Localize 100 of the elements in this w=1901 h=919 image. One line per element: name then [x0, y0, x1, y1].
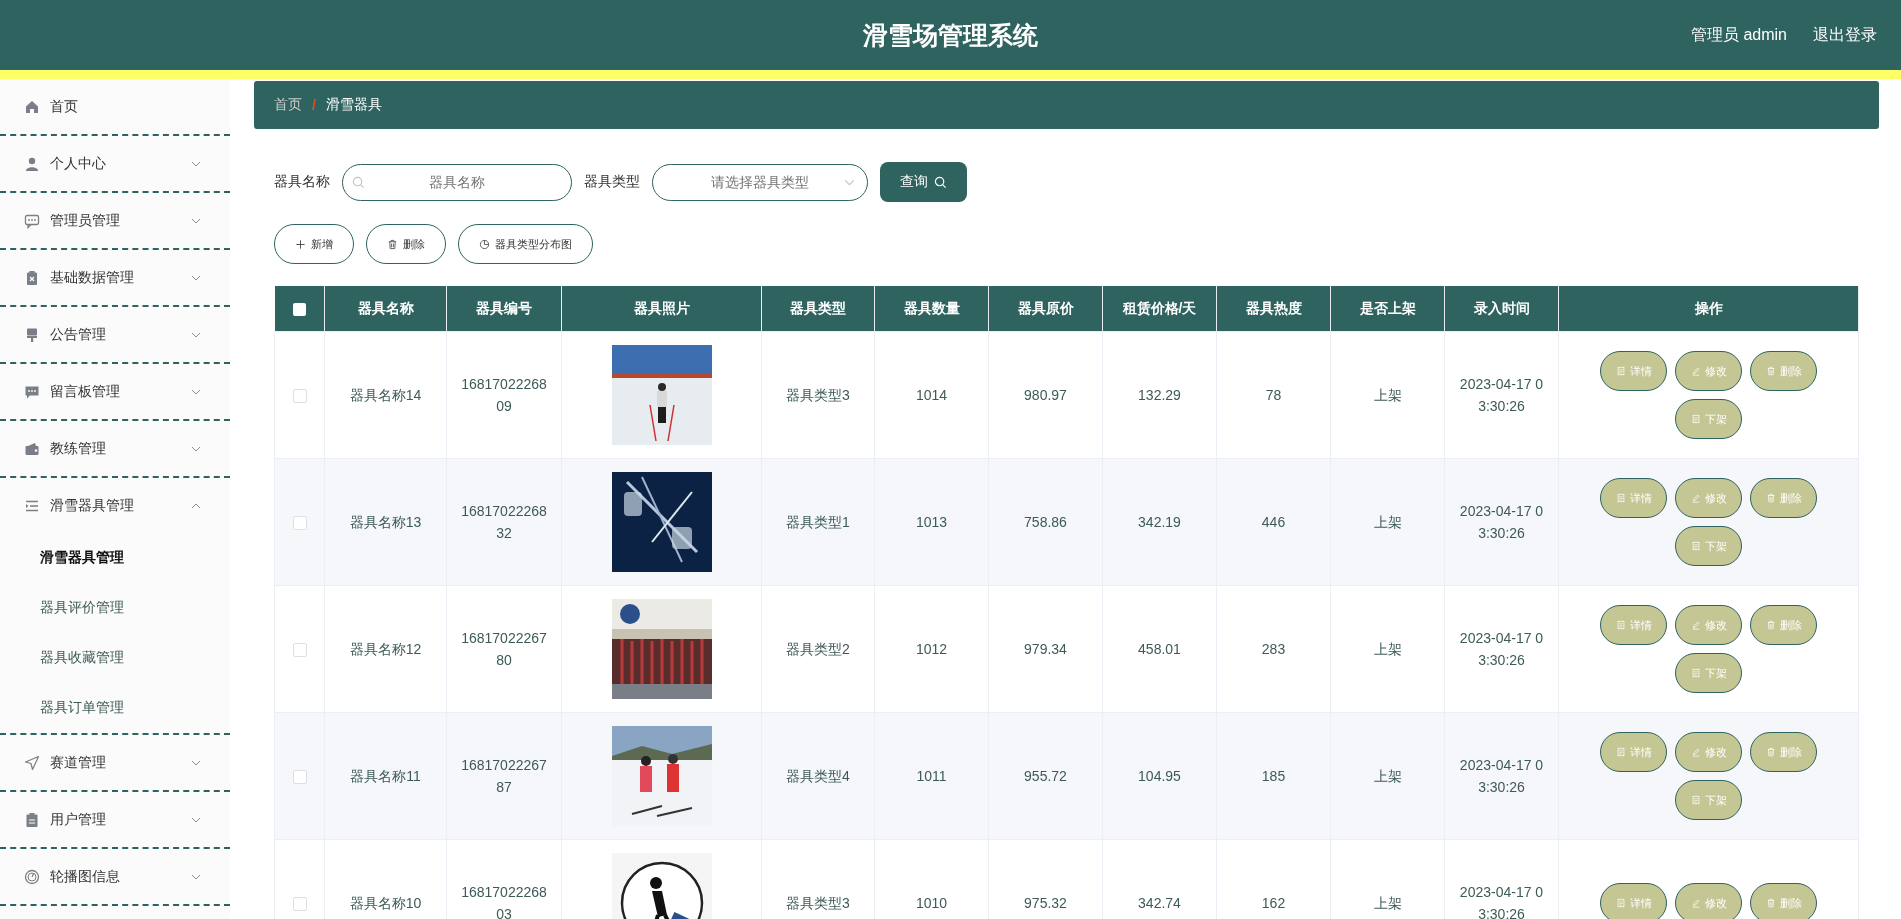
chat-icon — [24, 212, 40, 229]
column-header: 器具类型 — [761, 286, 875, 332]
query-button[interactable]: 查询 — [880, 162, 967, 202]
row-checkbox[interactable] — [292, 770, 307, 785]
table-cell: 上架 — [1373, 514, 1402, 530]
type-select[interactable]: 请选择器具类型 — [652, 163, 868, 201]
select-all-checkbox[interactable] — [292, 303, 306, 317]
trash-icon — [1765, 747, 1776, 757]
table-cell: 132.29 — [1138, 387, 1181, 403]
table-cell: 上架 — [1373, 895, 1402, 911]
document-icon — [1615, 747, 1626, 757]
document-icon — [1615, 366, 1626, 376]
table-cell: 2023-04-17 03:30:26 — [1459, 757, 1544, 795]
menu-item[interactable]: 个人中心 — [0, 136, 230, 191]
table-cell: 1681702226809 — [461, 376, 547, 414]
delete-button[interactable]: 删除 — [366, 224, 446, 264]
search-field[interactable]: 器具名称 — [342, 163, 572, 201]
table-cell: 162 — [1261, 895, 1286, 911]
document-icon — [1690, 414, 1701, 424]
table-cell: 2023-04-17 03:30:26 — [1459, 503, 1544, 541]
document-icon — [1690, 795, 1701, 805]
menu-item[interactable]: 教练管理 — [0, 421, 230, 476]
search-icon — [934, 175, 947, 189]
add-button[interactable]: 新增 — [274, 224, 354, 264]
breadcrumb-item[interactable]: 首页 — [274, 96, 302, 114]
user-icon — [24, 155, 40, 172]
row-checkbox[interactable] — [292, 897, 307, 912]
document-icon — [1615, 493, 1626, 503]
menu-item[interactable]: 轮播图信息 — [0, 849, 230, 904]
table-cell: 446 — [1261, 514, 1286, 530]
table-cell: 2023-04-17 03:30:26 — [1459, 884, 1544, 919]
chart-button[interactable]: 器具类型分布图 — [458, 224, 593, 264]
pencil-icon — [1690, 747, 1701, 757]
document-icon — [1615, 898, 1626, 908]
row-checkbox[interactable] — [292, 389, 307, 404]
table-cell: 器具类型2 — [786, 641, 850, 657]
table-cell: 104.95 — [1138, 768, 1181, 784]
table-cell: 器具类型4 — [786, 768, 850, 784]
table-cell: 上架 — [1373, 387, 1402, 403]
column-header: 器具名称 — [324, 286, 447, 332]
logout-link[interactable]: 退出登录 — [1813, 24, 1877, 46]
table-cell: 283 — [1261, 641, 1286, 657]
submenu-item[interactable]: 器具评价管理 — [0, 583, 230, 633]
breadcrumb-separator: / — [312, 97, 316, 113]
table-cell: 78 — [1265, 387, 1282, 403]
table-cell: 1681702226803 — [461, 884, 547, 919]
plus-icon — [295, 238, 306, 250]
table-cell: 器具名称13 — [349, 514, 422, 530]
trash-icon — [387, 238, 398, 250]
table-cell: 上架 — [1373, 641, 1402, 657]
pie-chart-icon — [479, 238, 490, 250]
table-cell: 器具类型3 — [786, 387, 850, 403]
submenu-item[interactable]: 器具收藏管理 — [0, 633, 230, 683]
table-cell: 器具类型3 — [786, 895, 850, 911]
table-cell: 器具类型1 — [786, 514, 850, 530]
column-header: 器具数量 — [874, 286, 989, 332]
table-cell: 758.86 — [1024, 514, 1067, 530]
menu-item[interactable]: 首页 — [0, 79, 230, 134]
submenu-item[interactable]: 器具订单管理 — [0, 683, 230, 733]
column-header: 器具照片 — [561, 286, 762, 332]
pencil-icon — [1690, 493, 1701, 503]
pencil-icon — [1690, 898, 1701, 908]
menu-item[interactable]: 滑雪器具管理 — [0, 478, 230, 533]
app-title: 滑雪场管理系统 — [863, 19, 1038, 51]
table-cell: 342.19 — [1138, 514, 1181, 530]
menu-item[interactable]: 管理员管理 — [0, 193, 230, 248]
column-header: 器具编号 — [446, 286, 562, 332]
field-label: 器具类型 — [584, 173, 640, 191]
trash-icon — [1765, 620, 1776, 630]
table-cell: 2023-04-17 03:30:26 — [1459, 630, 1544, 668]
user-name: 管理员 admin — [1690, 24, 1787, 45]
table-cell: 1013 — [915, 514, 948, 530]
menu-item[interactable]: 用户管理 — [0, 792, 230, 847]
table-cell: 器具名称12 — [349, 641, 422, 657]
menu-item[interactable]: 赛道管理 — [0, 735, 230, 790]
table-cell: 器具名称11 — [350, 768, 421, 784]
column-header: 器具热度 — [1216, 286, 1331, 332]
gauge-icon — [24, 868, 40, 885]
trash-icon — [1765, 366, 1776, 376]
menu-item[interactable]: 留言板管理 — [0, 364, 230, 419]
trash-icon — [1765, 898, 1776, 908]
table-cell: 458.01 — [1138, 641, 1181, 657]
menu-item[interactable]: 公告管理 — [0, 307, 230, 362]
submenu-item[interactable]: 滑雪器具管理 — [0, 533, 230, 583]
row-checkbox[interactable] — [292, 516, 307, 531]
search-icon — [352, 175, 365, 189]
table-cell: 979.34 — [1024, 641, 1067, 657]
column-header: 录入时间 — [1444, 286, 1559, 332]
column-header: 是否上架 — [1330, 286, 1445, 332]
row-checkbox[interactable] — [292, 643, 307, 658]
table-cell: 975.32 — [1024, 895, 1067, 911]
table-cell: 342.74 — [1138, 895, 1181, 911]
document-icon — [1615, 620, 1626, 630]
wallet-icon — [24, 440, 40, 457]
table-cell: 器具名称10 — [349, 895, 422, 911]
brush-icon — [24, 326, 40, 343]
send-icon — [24, 754, 40, 771]
table-cell: 1681702226832 — [461, 503, 547, 541]
menu-item[interactable]: 基础数据管理 — [0, 250, 230, 305]
table-cell: 1681702226787 — [461, 757, 547, 795]
